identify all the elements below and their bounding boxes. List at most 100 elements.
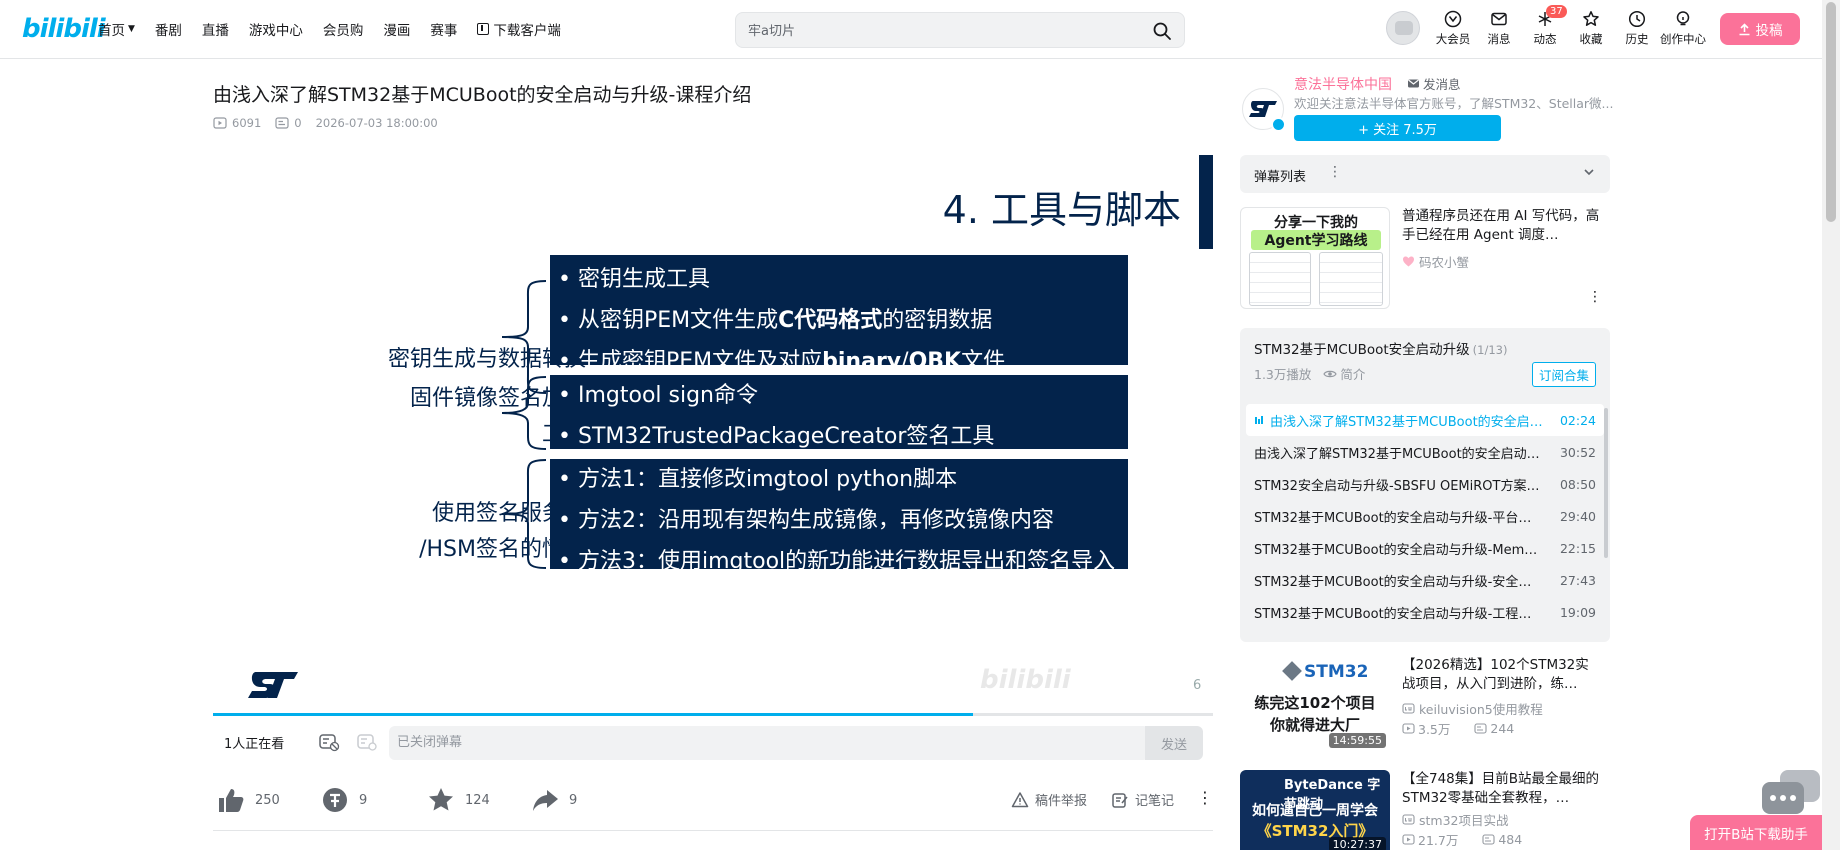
follow-button[interactable]: + 关注 7.5万 — [1294, 115, 1501, 141]
upload-label: 投稿 — [1755, 23, 1783, 39]
nav-vip[interactable]: 大会员 — [1430, 10, 1476, 47]
nav-mall[interactable]: 会员购 — [323, 19, 364, 39]
recommend-card[interactable]: ByteDance 字节跳动 如何逼自己一周学会 《STM32入门》 10:27… — [1240, 770, 1610, 850]
coin-count: 9 — [359, 792, 368, 808]
nav-favorites[interactable]: 收藏 — [1568, 10, 1614, 47]
nav-game-center[interactable]: 游戏中心 — [249, 19, 303, 39]
nav-esports[interactable]: 赛事 — [430, 19, 457, 39]
subscribe-collection-button[interactable]: 订阅合集 — [1531, 362, 1596, 387]
video-player[interactable]: 4. 工具与脚本 密钥生成与数据转换 • 密钥生成工具 • 从密钥PEM文件生成… — [213, 155, 1213, 716]
playlist-item-title: STM32基于MCUBoot的安全启动与升级-工程的… — [1254, 606, 1544, 622]
recommend-title[interactable]: 【2026精选】102个STM32实战项目，从入门到进阶，练… — [1402, 656, 1602, 694]
video-duration: 10:27:37 — [1328, 837, 1386, 850]
danmaku-list-header[interactable]: 弹幕列表 ⋮ — [1240, 155, 1610, 193]
danmaku-count-icon — [1482, 834, 1495, 845]
notes-button[interactable]: 记笔记 — [1111, 790, 1174, 809]
heart-icon — [1403, 256, 1414, 267]
coin-button[interactable]: 9 — [321, 786, 367, 814]
publish-date: 2026-07-03 18:00:00 — [315, 116, 438, 130]
playlist-item[interactable]: 由浅入深了解STM32基于MCUBoot的安全启动… 30:52 — [1240, 436, 1610, 468]
recommend-card[interactable]: 分享一下我的 Agent学习路线 普通程序员还在用 AI 写代码，高手已经在用 … — [1240, 207, 1610, 317]
upload-button[interactable]: 投稿 — [1720, 13, 1800, 45]
playlist-item[interactable]: STM32基于MCUBoot的安全启动与升级-安全启… 27:43 — [1240, 564, 1610, 596]
send-message-button[interactable]: 发消息 — [1407, 74, 1461, 93]
nav-manga[interactable]: 漫画 — [383, 19, 410, 39]
bulb-icon — [1676, 11, 1690, 26]
nav-creator-label: 创作中心 — [1660, 32, 1706, 46]
slide-page-number: 6 — [1193, 678, 1202, 693]
playlist-item[interactable]: STM32基于MCUBoot的安全启动与升级-Memor… 22:15 — [1240, 532, 1610, 564]
bullet-text-bold: binary — [822, 349, 902, 374]
share-button[interactable]: 9 — [531, 786, 577, 814]
like-button[interactable]: 250 — [217, 786, 280, 814]
report-button[interactable]: 稿件举报 — [1011, 790, 1087, 809]
recommend-card[interactable]: STM32 练完这102个项目 你就得进大厂 14:59:55 【2026精选】… — [1240, 656, 1610, 756]
download-icon — [477, 23, 490, 35]
nav-download-client[interactable]: 下载客户端 — [477, 19, 561, 39]
nav-history[interactable]: 历史 — [1614, 10, 1660, 47]
stm32-chip-icon — [1282, 661, 1302, 681]
slide-bullet: • STM32TrustedPackageCreator签名工具 — [558, 424, 995, 449]
thumb-text: 你就得进大厂 — [1269, 716, 1360, 734]
recommend-thumbnail[interactable]: 分享一下我的 Agent学习路线 — [1240, 207, 1390, 309]
like-count: 250 — [255, 792, 280, 808]
recommend-author[interactable]: stm32项目实战 — [1402, 810, 1509, 829]
search-icon[interactable] — [1152, 21, 1172, 41]
danmaku-send-button[interactable]: 发送 — [1145, 726, 1203, 760]
recommend-thumbnail[interactable]: ByteDance 字节跳动 如何逼自己一周学会 《STM32入门》 10:27… — [1240, 770, 1390, 850]
uploader-avatar[interactable] — [1242, 88, 1286, 132]
video-meta: 6091 0 2026-07-03 18:00:00 — [213, 116, 452, 130]
search-input[interactable] — [748, 21, 1128, 41]
page-scrollbar-thumb[interactable] — [1826, 2, 1836, 222]
nav-live[interactable]: 直播 — [202, 19, 229, 39]
user-avatar[interactable] — [1386, 11, 1420, 45]
favorite-button[interactable]: 124 — [427, 786, 490, 814]
brace-icon — [501, 459, 547, 569]
star-icon — [1583, 11, 1599, 26]
open-app-button[interactable]: 打开B站下载助手 — [1690, 815, 1822, 850]
nav-home-label: 首页 — [98, 23, 125, 39]
video-progress-bar[interactable] — [213, 713, 1213, 716]
play-count-icon — [1402, 834, 1415, 845]
nav-creator-center[interactable]: 创作中心 — [1660, 10, 1706, 47]
playlist-item[interactable]: STM32安全启动与升级-SBSFU OEMiROT方案… 08:50 — [1240, 468, 1610, 500]
playlist-item[interactable]: STM32基于MCUBoot的安全启动与升级-工程的… 19:09 — [1240, 596, 1610, 628]
video-progress-fill — [213, 713, 973, 716]
nav-home[interactable]: 首页 ▼ — [98, 19, 135, 39]
recommend-author[interactable]: 码农小蟹 — [1402, 252, 1469, 271]
recommend-thumbnail[interactable]: STM32 练完这102个项目 你就得进大厂 14:59:55 — [1240, 656, 1390, 752]
danmaku-toggle-icon[interactable] — [318, 731, 340, 753]
bullet-text-bold: C代码格式 — [778, 308, 883, 333]
danmaku-count: 0 — [275, 116, 302, 130]
top-header: bilibili 首页 ▼ 番剧 直播 游戏中心 会员购 漫画 赛事 下载客户端 … — [0, 0, 1822, 58]
danmaku-input[interactable] — [397, 735, 997, 750]
recommend-author[interactable]: keiluvision5使用教程 — [1402, 699, 1543, 718]
nav-anime[interactable]: 番剧 — [155, 19, 182, 39]
chevron-down-icon[interactable] — [1582, 165, 1596, 179]
nav-dynamic[interactable]: 动态 37 — [1522, 5, 1568, 47]
danmaku-settings-icon[interactable] — [356, 731, 378, 753]
more-options-icon[interactable]: ⋮ — [1588, 289, 1602, 305]
playlist-item-active[interactable]: 由浅入深了解STM32基于MCUBoot的安全启… 02:24 — [1246, 404, 1604, 436]
more-options-icon[interactable]: ⋮ — [1197, 788, 1213, 807]
playlist-scrollbar[interactable] — [1604, 408, 1608, 558]
bullet-text: / — [901, 349, 909, 374]
recommend-author-name: keiluvision5使用教程 — [1419, 702, 1543, 717]
main-nav: 首页 ▼ 番剧 直播 游戏中心 会员购 漫画 赛事 下载客户端 — [98, 0, 581, 58]
bullet-text: 密钥生成工具 — [577, 267, 710, 292]
playlist-title[interactable]: STM32基于MCUBoot安全启动升级 (1/13) — [1254, 338, 1507, 358]
more-options-icon[interactable]: ⋮ — [1328, 164, 1342, 180]
playlist-intro-link[interactable]: 简介 — [1340, 364, 1365, 383]
bilibili-logo[interactable]: bilibili — [22, 14, 106, 44]
recommend-title[interactable]: 普通程序员还在用 AI 写代码，高手已经在用 Agent 调度… — [1402, 207, 1602, 245]
nav-message[interactable]: 消息 — [1476, 10, 1522, 47]
slide-bullet: • 密钥生成工具 — [558, 267, 710, 292]
recommend-stats: 21.7万 484 — [1402, 830, 1546, 849]
watching-count: 1人正在看 — [224, 736, 285, 752]
chat-bubble-icon[interactable] — [1760, 768, 1822, 820]
playlist-item[interactable]: STM32基于MCUBoot的安全启动与升级-平台初… 29:40 — [1240, 500, 1610, 532]
recommend-title[interactable]: 【全748集】目前B站最全最细的STM32零基础全套教程，… — [1402, 770, 1602, 808]
uploader-name[interactable]: 意法半导体中国 — [1294, 74, 1392, 94]
send-message-label: 发消息 — [1423, 77, 1461, 92]
bullet-text: 方法1：直接修改imgtool python脚本 — [577, 467, 958, 492]
